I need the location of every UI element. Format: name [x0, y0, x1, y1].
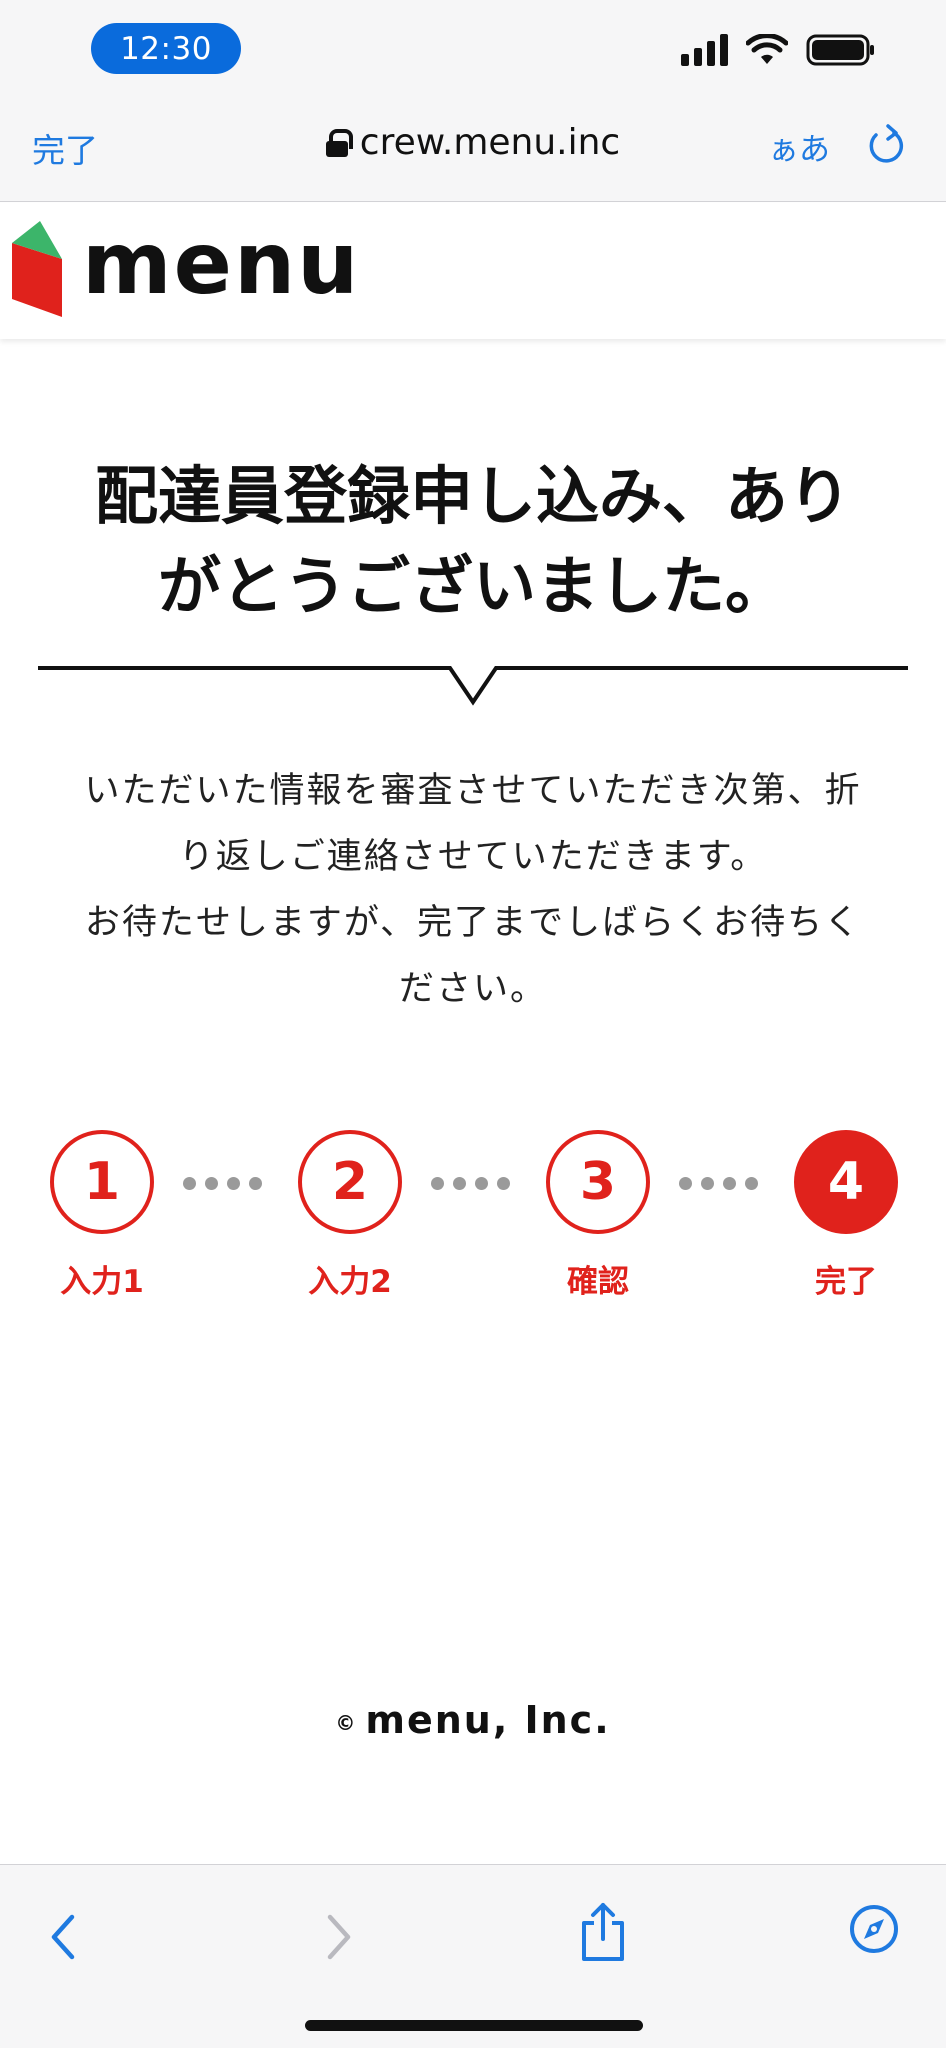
title-divider [38, 666, 908, 706]
step-2: 2 入力2 [298, 1130, 402, 1301]
browser-top-chrome: 12:30 完了 crew.menu.inc ぁあ [0, 0, 946, 202]
lock-icon [325, 128, 353, 157]
status-time: 12:30 [91, 23, 241, 74]
page-title: 配達員登録申し込み、あり がとうございました。 [40, 452, 906, 632]
copyright: © menu, Inc. [0, 1698, 946, 1742]
step-number: 2 [298, 1130, 402, 1234]
message-line-1: いただいた情報を審査させていただき次第、折 [84, 771, 862, 811]
forward-icon[interactable] [318, 1907, 358, 1971]
title-line-2: がとうございました。 [158, 550, 788, 623]
step-label: 完了 [815, 1264, 877, 1300]
step-number: 3 [546, 1130, 650, 1234]
step-3: 3 確認 [546, 1130, 650, 1301]
status-icons [681, 34, 876, 66]
battery-icon [806, 34, 876, 66]
message-line-2: り返しご連絡させていただきます。 [178, 837, 768, 877]
step-label: 入力2 [308, 1264, 392, 1300]
menu-logo[interactable]: menu [12, 221, 360, 317]
step-number: 1 [50, 1130, 154, 1234]
home-indicator [305, 2020, 643, 2031]
back-icon[interactable] [44, 1907, 84, 1971]
title-line-1: 配達員登録申し込み、あり [95, 460, 851, 533]
step-4: 4 完了 [794, 1130, 898, 1301]
step-connector [431, 1177, 510, 1190]
step-connector [183, 1177, 262, 1190]
reader-options-button[interactable]: ぁあ [768, 124, 830, 169]
message-line-4: ださい。 [398, 969, 547, 1009]
step-label: 入力1 [60, 1264, 144, 1300]
step-number: 4 [794, 1130, 898, 1234]
copyright-text: menu, Inc. [365, 1698, 611, 1742]
completion-message: いただいた情報を審査させていただき次第、折 り返しご連絡させていただきます。 お… [40, 758, 906, 1022]
message-line-3: お待たせしますが、完了までしばらくお待ちく [84, 903, 862, 943]
copyright-symbol: © [335, 1710, 358, 1735]
site-header: menu [0, 203, 946, 339]
url-text: crew.menu.inc [359, 122, 621, 163]
compass-icon[interactable] [848, 1903, 900, 1959]
safari-address-bar: 完了 crew.menu.inc ぁあ [0, 104, 946, 186]
wifi-icon [746, 34, 788, 66]
menu-logo-mark-icon [12, 221, 62, 317]
step-label: 確認 [567, 1264, 629, 1300]
share-icon[interactable] [578, 1901, 628, 1967]
progress-steps: 1 入力1 2 入力2 3 確認 4 完了 [50, 1130, 898, 1301]
step-1: 1 入力1 [50, 1130, 154, 1301]
logo-text: menu [82, 214, 361, 314]
step-connector [679, 1177, 758, 1190]
cellular-signal-icon [681, 34, 728, 66]
reload-icon[interactable] [866, 124, 906, 172]
